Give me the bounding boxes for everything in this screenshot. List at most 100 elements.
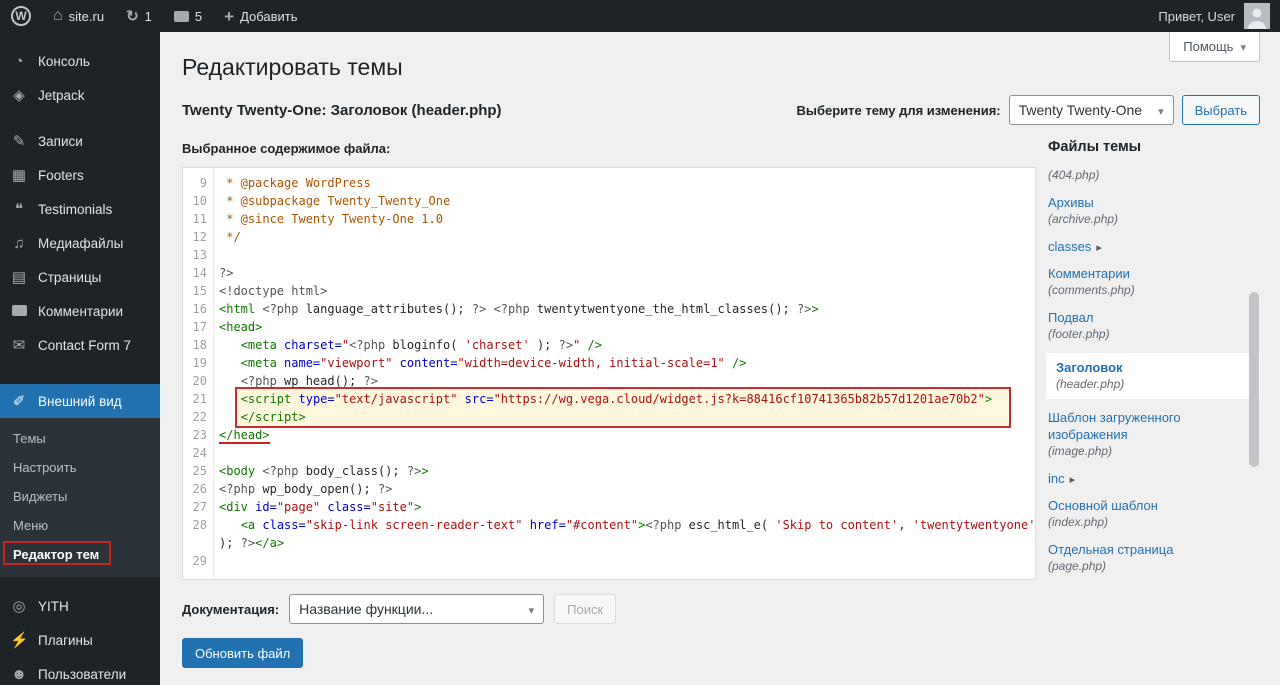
theme-select[interactable]: Twenty Twenty-One bbox=[1008, 95, 1174, 125]
comments-bubble-icon bbox=[173, 10, 189, 22]
folder-item-inc: inc bbox=[1046, 470, 1260, 487]
submenu-item-widgets[interactable]: Виджеты bbox=[0, 482, 160, 511]
admin-sidebar: Консоль Jetpack Записи Footers Testimoni… bbox=[0, 32, 160, 685]
admin-bar-left: site.ru 1 5 Добавить bbox=[0, 0, 309, 32]
code-line[interactable]: 17 <head> bbox=[183, 318, 1035, 336]
updates-indicator[interactable]: 1 bbox=[115, 0, 163, 32]
account-menu[interactable]: Привет, User bbox=[1158, 9, 1235, 24]
code-line[interactable]: 22 </script> bbox=[183, 408, 1035, 426]
submenu-item-theme-editor[interactable]: Редактор тем bbox=[0, 540, 160, 569]
code-editor[interactable]: 9 * @package WordPress 10 * @subpackage T… bbox=[182, 167, 1036, 580]
sidebar-item-users[interactable]: Пользователи bbox=[0, 657, 160, 685]
folder-item-classes: classes bbox=[1046, 238, 1260, 255]
code-line[interactable]: 9 * @package WordPress bbox=[183, 174, 1035, 192]
sidebar-item-label: Внешний вид bbox=[38, 393, 122, 409]
folder-link[interactable]: classes bbox=[1048, 239, 1091, 254]
code-text: */ bbox=[219, 230, 241, 244]
sidebar-item-posts[interactable]: Записи bbox=[0, 124, 160, 158]
submenu-item-customize[interactable]: Настроить bbox=[0, 453, 160, 482]
avatar[interactable] bbox=[1244, 3, 1270, 29]
code-line[interactable]: 16 <html <?php language_attributes(); ?> … bbox=[183, 300, 1035, 318]
admin-bar: site.ru 1 5 Добавить Привет, User bbox=[0, 0, 1280, 32]
line-number: 21 bbox=[192, 392, 207, 406]
code-line[interactable]: 19 <meta name="viewport" content="width=… bbox=[183, 354, 1035, 372]
file-link[interactable]: Подвал bbox=[1048, 310, 1093, 325]
file-link[interactable]: Основной шаблон bbox=[1048, 498, 1158, 513]
sidebar-item-footers[interactable]: Footers bbox=[0, 158, 160, 192]
documentation-select[interactable]: Название функции... bbox=[289, 594, 545, 624]
code-line[interactable]: 18 <meta charset="<?php bloginfo( 'chars… bbox=[183, 336, 1035, 354]
sidebar-item-testimonials[interactable]: Testimonials bbox=[0, 192, 160, 226]
sidebar-item-appearance[interactable]: Внешний вид bbox=[0, 384, 160, 418]
submenu-item-menus[interactable]: Меню bbox=[0, 511, 160, 540]
code-line[interactable]: 13 bbox=[183, 246, 1035, 264]
new-content-button[interactable]: Добавить bbox=[213, 0, 308, 32]
file-link[interactable]: Отдельная страница bbox=[1048, 542, 1173, 557]
code-line[interactable]: 15 <!doctype html> bbox=[183, 282, 1035, 300]
site-link[interactable]: site.ru bbox=[42, 0, 115, 32]
code-line[interactable]: 27 <div id="page" class="site"> bbox=[183, 498, 1035, 516]
lookup-button[interactable]: Поиск bbox=[554, 594, 617, 624]
media-icon bbox=[10, 235, 28, 252]
chevron-down-icon bbox=[529, 601, 535, 617]
code-line[interactable]: 20 <?php wp_head(); ?> bbox=[183, 372, 1035, 390]
code-line[interactable]: ); ?></a> bbox=[183, 534, 1035, 552]
code-line[interactable]: 12 */ bbox=[183, 228, 1035, 246]
files-scrollbar-thumb[interactable] bbox=[1249, 292, 1259, 467]
file-link[interactable]: Комментарии bbox=[1048, 266, 1130, 281]
code-line[interactable]: 24 bbox=[183, 444, 1035, 462]
code-line[interactable]: 21 <script type="text/javascript" src="h… bbox=[183, 390, 1035, 408]
line-number: 9 bbox=[199, 176, 207, 190]
file-link[interactable]: Шаблон загруженного изображения bbox=[1048, 410, 1181, 442]
home-icon bbox=[53, 7, 63, 25]
code-line[interactable]: 23 </head> bbox=[183, 426, 1035, 444]
wordpress-menu[interactable] bbox=[0, 0, 42, 32]
code-line[interactable]: 10 * @subpackage Twenty_Twenty_One bbox=[183, 192, 1035, 210]
file-link[interactable]: Архивы bbox=[1048, 195, 1094, 210]
sidebar-item-plugins[interactable]: Плагины bbox=[0, 623, 160, 657]
code-line[interactable]: 26 <?php wp_body_open(); ?> bbox=[183, 480, 1035, 498]
code-line[interactable]: 25 <body <?php body_class(); ?>> bbox=[183, 462, 1035, 480]
file-filename: (header.php) bbox=[1056, 377, 1125, 391]
line-number: 13 bbox=[192, 248, 207, 262]
file-item-header-current[interactable]: Заголовок (header.php) bbox=[1046, 353, 1260, 399]
code-text: <!doctype html> bbox=[219, 284, 328, 298]
sidebar-item-label: Страницы bbox=[38, 269, 102, 285]
wordpress-logo-icon bbox=[11, 6, 31, 26]
folder-link[interactable]: inc bbox=[1048, 471, 1065, 486]
code-line[interactable]: 11 * @since Twenty Twenty-One 1.0 bbox=[183, 210, 1035, 228]
sidebar-item-yith[interactable]: YITH bbox=[0, 589, 160, 623]
comments-indicator[interactable]: 5 bbox=[163, 0, 213, 32]
file-filename: (404.php) bbox=[1048, 168, 1100, 182]
sidebar-item-label: Комментарии bbox=[38, 303, 124, 319]
code-line[interactable]: 28 <a class="skip-link screen-reader-tex… bbox=[183, 516, 1035, 534]
code-text: <?php wp_body_open(); ?> bbox=[219, 482, 393, 496]
menu-separator bbox=[0, 577, 160, 589]
sidebar-item-media[interactable]: Медиафайлы bbox=[0, 226, 160, 260]
code-text: <meta name="viewport" content="width=dev… bbox=[240, 356, 747, 370]
line-number bbox=[183, 534, 213, 552]
line-number: 15 bbox=[192, 284, 207, 298]
file-content-label: Выбранное содержимое файла: bbox=[182, 141, 391, 156]
theme-files-list: (404.php) Архивы (archive.php) classes К… bbox=[1046, 167, 1260, 580]
sidebar-item-jetpack[interactable]: Jetpack bbox=[0, 78, 160, 112]
chevron-down-icon bbox=[1240, 39, 1246, 54]
code-text: <script type="text/javascript" src="http… bbox=[240, 392, 993, 406]
code-line[interactable]: 14 ?> bbox=[183, 264, 1035, 282]
file-filename: (archive.php) bbox=[1048, 212, 1119, 226]
code-line[interactable]: 29 bbox=[183, 552, 1035, 570]
help-button[interactable]: Помощь bbox=[1169, 32, 1260, 62]
code-text: <meta charset="<?php bloginfo( 'charset'… bbox=[240, 338, 602, 352]
sidebar-item-comments[interactable]: Комментарии bbox=[0, 294, 160, 328]
file-filename: (comments.php) bbox=[1048, 283, 1135, 297]
submenu-item-themes[interactable]: Темы bbox=[0, 424, 160, 453]
sidebar-item-contact-form-7[interactable]: Contact Form 7 bbox=[0, 328, 160, 362]
sidebar-item-dashboard[interactable]: Консоль bbox=[0, 44, 160, 78]
site-name: site.ru bbox=[68, 8, 105, 24]
comments-count: 5 bbox=[194, 8, 203, 24]
select-theme-button[interactable]: Выбрать bbox=[1181, 95, 1260, 125]
update-file-button[interactable]: Обновить файл bbox=[182, 638, 304, 668]
sidebar-item-pages[interactable]: Страницы bbox=[0, 260, 160, 294]
